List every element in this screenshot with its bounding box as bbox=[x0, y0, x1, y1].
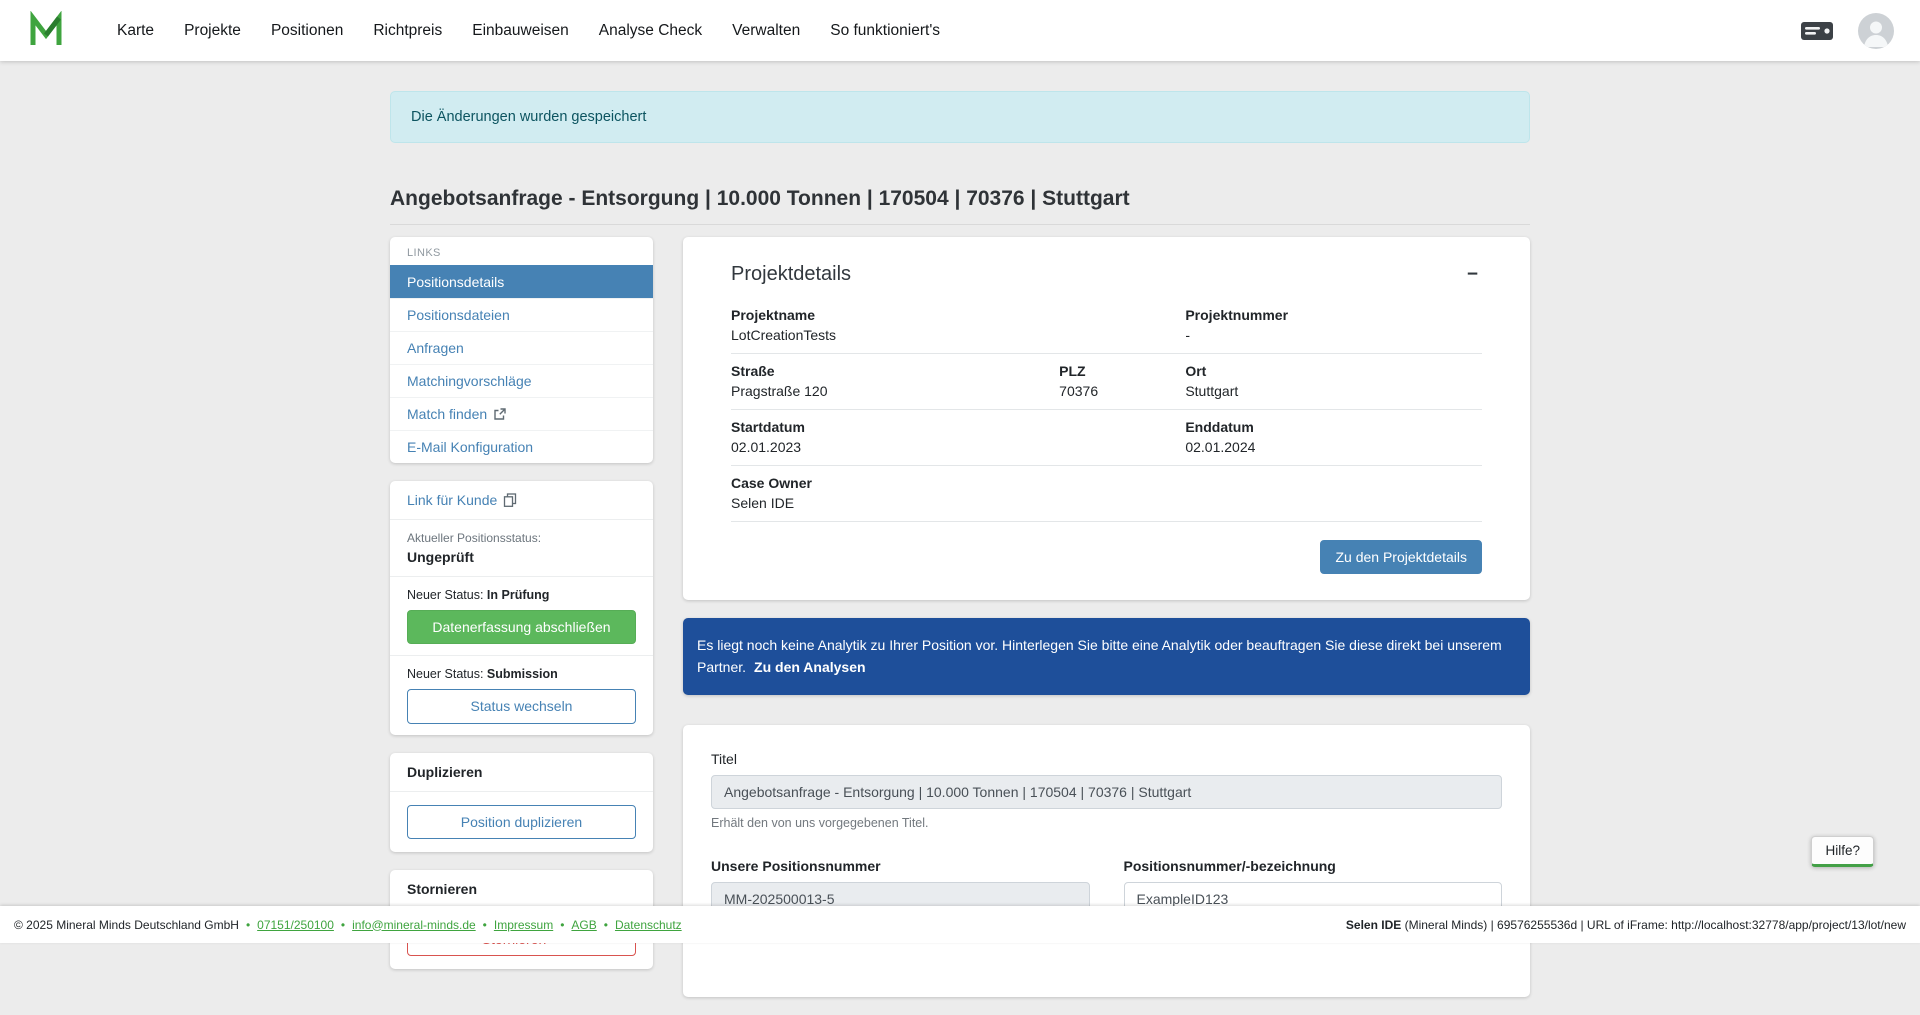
project-row-name: Projektname LotCreationTests Projektnumm… bbox=[731, 298, 1482, 354]
titel-input bbox=[711, 775, 1502, 809]
strasse-label: Straße bbox=[731, 363, 1059, 379]
impressum-link[interactable]: Impressum bbox=[494, 918, 553, 932]
bezeichnung-label: Positionsnummer/-bezeichnung bbox=[1124, 858, 1503, 874]
sidebar-item-email-konfiguration[interactable]: E-Mail Konfiguration bbox=[390, 430, 653, 463]
enddatum-label: Enddatum bbox=[1185, 419, 1482, 435]
sidebar-item-match-finden[interactable]: Match finden bbox=[390, 397, 653, 430]
case-owner-value: Selen IDE bbox=[731, 495, 1482, 511]
collapse-button[interactable]: − bbox=[1463, 263, 1482, 286]
sidebar: LINKS Positionsdetails Positionsdateien … bbox=[390, 237, 653, 987]
nav-verwalten[interactable]: Verwalten bbox=[717, 14, 815, 48]
plz-label: PLZ bbox=[1059, 363, 1185, 379]
enddatum-value: 02.01.2024 bbox=[1185, 439, 1482, 455]
server-icon[interactable] bbox=[1800, 18, 1834, 44]
sidebar-item-anfragen[interactable]: Anfragen bbox=[390, 331, 653, 364]
external-link-icon bbox=[493, 408, 506, 421]
separator-dot: • bbox=[341, 918, 345, 932]
page-title: Angebotsanfrage - Entsorgung | 10.000 To… bbox=[390, 187, 1530, 211]
copy-icon bbox=[503, 493, 517, 507]
copyright-text: © 2025 Mineral Minds Deutschland GmbH bbox=[14, 918, 239, 932]
duplicate-title: Duplizieren bbox=[390, 753, 653, 792]
position-form-card: Titel Erhält den von uns vorgegebenen Ti… bbox=[683, 725, 1530, 997]
main-content: Projektdetails − Projektname LotCreation… bbox=[683, 237, 1530, 1015]
sidebar-links-card: LINKS Positionsdetails Positionsdateien … bbox=[390, 237, 653, 463]
project-details-card: Projektdetails − Projektname LotCreation… bbox=[683, 237, 1530, 600]
links-header: LINKS bbox=[390, 237, 653, 265]
analytics-link[interactable]: Zu den Analysen bbox=[754, 659, 866, 675]
case-owner-label: Case Owner bbox=[731, 475, 1482, 491]
datenschutz-link[interactable]: Datenschutz bbox=[615, 918, 682, 932]
project-details-title: Projektdetails bbox=[731, 263, 851, 286]
navbar-right bbox=[1800, 13, 1894, 49]
session-info: Selen IDE (Mineral Minds) | 69576255536d… bbox=[1346, 918, 1906, 932]
nav-projekte[interactable]: Projekte bbox=[169, 14, 256, 48]
plz-value: 70376 bbox=[1059, 383, 1185, 399]
startdatum-value: 02.01.2023 bbox=[731, 439, 1185, 455]
projektnummer-label: Projektnummer bbox=[1185, 307, 1482, 323]
sidebar-item-positionsdateien[interactable]: Positionsdateien bbox=[390, 298, 653, 331]
session-user: Selen IDE bbox=[1346, 918, 1401, 932]
ort-value: Stuttgart bbox=[1185, 383, 1482, 399]
app-logo[interactable] bbox=[26, 11, 66, 51]
footer: © 2025 Mineral Minds Deutschland GmbH • … bbox=[0, 906, 1920, 943]
duplicate-card: Duplizieren Position duplizieren bbox=[390, 753, 653, 852]
ort-label: Ort bbox=[1185, 363, 1482, 379]
positionsnummer-label: Unsere Positionsnummer bbox=[711, 858, 1090, 874]
phone-link[interactable]: 07151/250100 bbox=[257, 918, 334, 932]
current-status-label: Aktueller Positionsstatus: bbox=[407, 531, 636, 545]
top-navbar: Karte Projekte Positionen Richtpreis Ein… bbox=[0, 0, 1920, 61]
separator-dot: • bbox=[483, 918, 487, 932]
new-status-prefix: Neuer Status: bbox=[407, 588, 483, 602]
separator-dot: • bbox=[246, 918, 250, 932]
sidebar-item-matchingvorschlaege[interactable]: Matchingvorschläge bbox=[390, 364, 653, 397]
project-details-button[interactable]: Zu den Projektdetails bbox=[1320, 540, 1482, 574]
project-row-address: Straße Pragstraße 120 PLZ 70376 Ort Stut… bbox=[731, 354, 1482, 410]
new-status-value-2: Submission bbox=[487, 667, 558, 681]
titel-help: Erhält den von uns vorgegebenen Titel. bbox=[711, 816, 1502, 830]
footer-links: © 2025 Mineral Minds Deutschland GmbH • … bbox=[14, 918, 682, 932]
nav-karte[interactable]: Karte bbox=[102, 14, 169, 48]
new-status-text-2: Neuer Status: Submission bbox=[407, 667, 636, 681]
new-status-value-1: In Prüfung bbox=[487, 588, 550, 602]
cancel-title: Stornieren bbox=[390, 870, 653, 909]
new-status-prefix: Neuer Status: bbox=[407, 667, 483, 681]
separator-dot: • bbox=[560, 918, 564, 932]
main-nav: Karte Projekte Positionen Richtpreis Ein… bbox=[102, 14, 955, 48]
analytics-banner: Es liegt noch keine Analytik zu Ihrer Po… bbox=[683, 618, 1530, 695]
help-button[interactable]: Hilfe? bbox=[1811, 836, 1874, 867]
nav-positionen[interactable]: Positionen bbox=[256, 14, 358, 48]
title-divider bbox=[390, 224, 1530, 225]
agb-link[interactable]: AGB bbox=[571, 918, 596, 932]
success-alert: Die Änderungen wurden gespeichert bbox=[390, 91, 1530, 143]
separator-dot: • bbox=[604, 918, 608, 932]
nav-so-funktionierts[interactable]: So funktioniert's bbox=[815, 14, 955, 48]
nav-analyse-check[interactable]: Analyse Check bbox=[584, 14, 717, 48]
logo-icon bbox=[26, 11, 66, 51]
projektnummer-value: - bbox=[1185, 327, 1482, 343]
switch-status-button[interactable]: Status wechseln bbox=[407, 689, 636, 723]
titel-label: Titel bbox=[711, 751, 1502, 767]
nav-einbauweisen[interactable]: Einbauweisen bbox=[457, 14, 584, 48]
projektname-value: LotCreationTests bbox=[731, 327, 1185, 343]
projektname-label: Projektname bbox=[731, 307, 1185, 323]
strasse-value: Pragstraße 120 bbox=[731, 383, 1059, 399]
project-row-dates: Startdatum 02.01.2023 Enddatum 02.01.202… bbox=[731, 410, 1482, 466]
complete-data-entry-button[interactable]: Datenerfassung abschließen bbox=[407, 610, 636, 644]
project-row-owner: Case Owner Selen IDE bbox=[731, 466, 1482, 522]
status-card: Link für Kunde Aktueller Positionsstatus… bbox=[390, 481, 653, 735]
duplicate-position-button[interactable]: Position duplizieren bbox=[407, 805, 636, 839]
session-details: (Mineral Minds) | 69576255536d | URL of … bbox=[1401, 918, 1906, 932]
nav-richtpreis[interactable]: Richtpreis bbox=[358, 14, 457, 48]
current-status-value: Ungeprüft bbox=[407, 549, 636, 565]
sidebar-item-positionsdetails[interactable]: Positionsdetails bbox=[390, 265, 653, 298]
user-avatar[interactable] bbox=[1858, 13, 1894, 49]
main-container: Die Änderungen wurden gespeichert Angebo… bbox=[390, 91, 1530, 1015]
customer-link[interactable]: Link für Kunde bbox=[407, 492, 517, 508]
email-link[interactable]: info@mineral-minds.de bbox=[352, 918, 476, 932]
sidebar-item-label: Match finden bbox=[407, 406, 487, 422]
startdatum-label: Startdatum bbox=[731, 419, 1185, 435]
new-status-text-1: Neuer Status: In Prüfung bbox=[407, 588, 636, 602]
customer-link-label: Link für Kunde bbox=[407, 492, 497, 508]
